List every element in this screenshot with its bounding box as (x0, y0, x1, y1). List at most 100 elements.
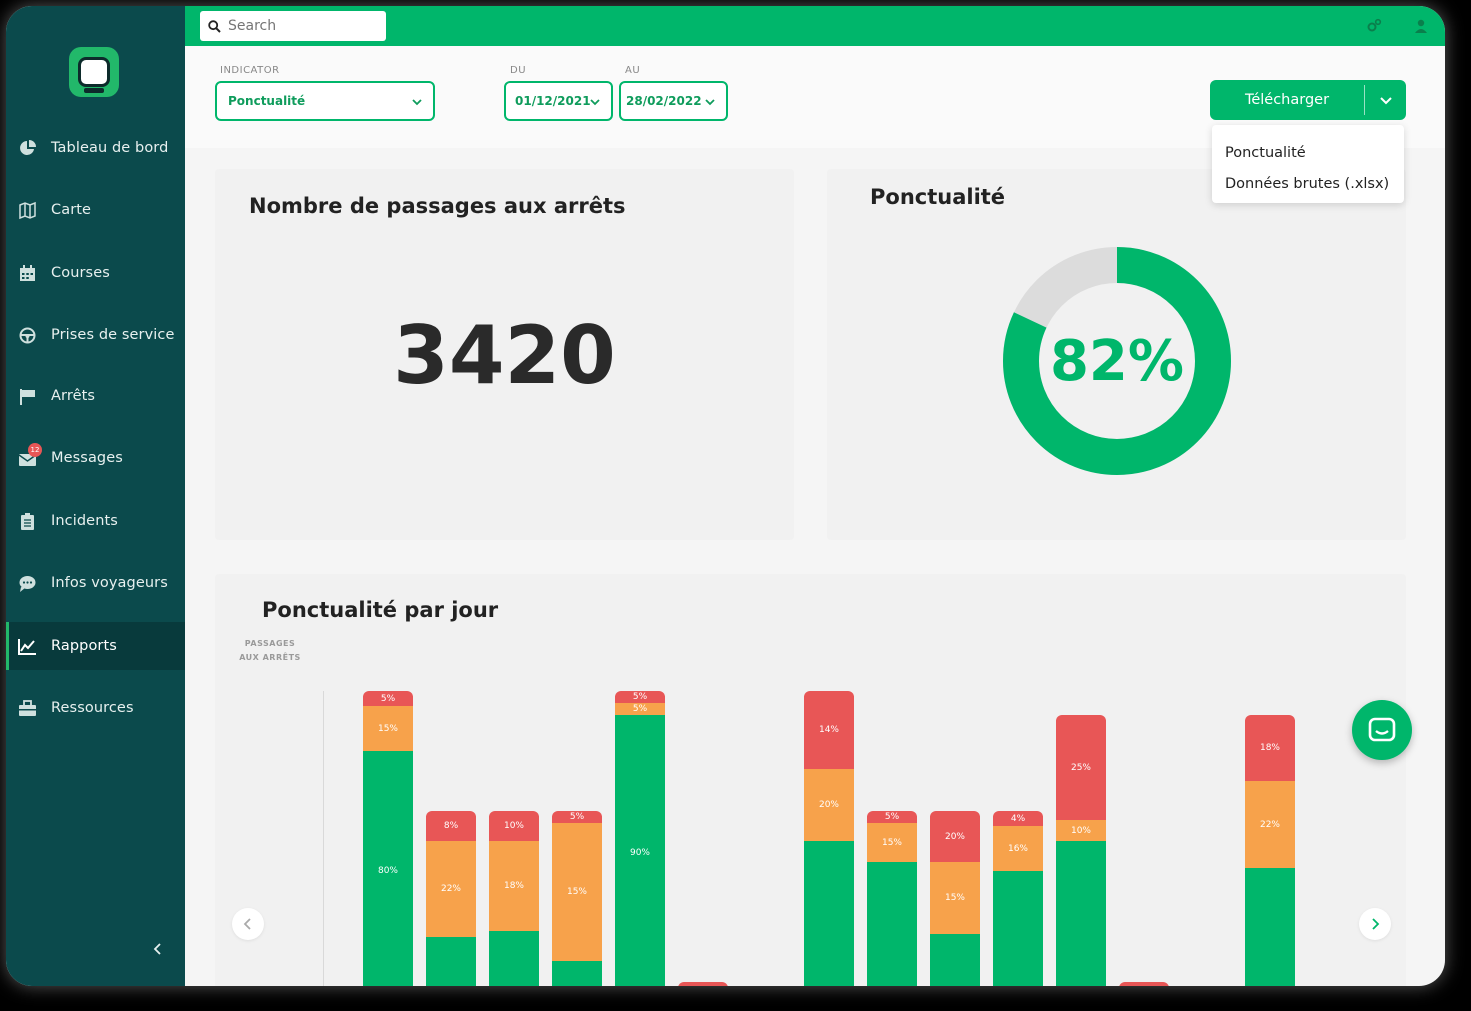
to-date-select[interactable]: 28/02/2022 (619, 81, 728, 121)
download-dropdown-toggle[interactable] (1365, 93, 1406, 107)
sidebar-item-carte[interactable]: Carte (6, 186, 185, 234)
bar-6[interactable] (678, 691, 728, 986)
bar-segment-label: 80% (377, 866, 398, 876)
from-date-value: 01/12/2021 (515, 94, 591, 108)
search-box[interactable] (200, 11, 386, 41)
bar-segment-label: 15% (881, 837, 902, 848)
bar-segment-label: 14% (818, 725, 839, 735)
bar-2[interactable]: 22% 8% (426, 691, 476, 986)
bar-4[interactable]: 15% 5% (552, 691, 602, 986)
punctuality-value: 82% (1049, 328, 1185, 394)
sidebar-item-label: Messages (51, 450, 123, 466)
bar-1[interactable]: 80% 15% 5% (363, 691, 413, 986)
sidebar-item-ressources[interactable]: Ressources (6, 684, 185, 732)
bar-10[interactable]: 15% 20% (930, 691, 980, 986)
bar-segment-late: 5% (615, 703, 665, 715)
indicator-select[interactable]: Ponctualité (215, 81, 435, 121)
bar-segment-on-time (804, 841, 854, 986)
sidebar-item-label: Prises de service (51, 327, 175, 343)
chevron-down-icon (412, 99, 422, 106)
sidebar-item-prises-de-service[interactable]: Prises de service (6, 311, 185, 359)
sidebar-item-tableau-de-bord[interactable]: Tableau de bord (6, 124, 185, 172)
bar-segment-label: 16% (1007, 843, 1028, 854)
bar-segment-late: 15% (867, 823, 917, 862)
bar-segment-label: 4% (1010, 813, 1026, 824)
sidebar-item-label: Courses (51, 265, 110, 281)
messages-badge: 12 (28, 442, 42, 457)
bar-segment-very-late (1119, 982, 1169, 986)
bar-segment-label: 22% (440, 884, 461, 894)
bar-11[interactable]: 16% 4% (993, 691, 1043, 986)
bar-7[interactable] (741, 691, 791, 986)
to-date-label: AU (625, 65, 641, 76)
bar-segment-on-time (426, 937, 476, 986)
bar-segment-label: 5% (632, 692, 648, 702)
sidebar-item-incidents[interactable]: Incidents (6, 497, 185, 545)
bar-14[interactable] (1182, 691, 1232, 986)
bar-segment-late: 10% (1056, 820, 1106, 841)
settings-gears-icon[interactable] (1366, 18, 1382, 34)
calendar-icon (18, 264, 37, 283)
bar-segment-very-late (678, 982, 728, 986)
bar-segment-late: 22% (1245, 781, 1295, 868)
sidebar-item-messages[interactable]: 12 Messages (6, 434, 185, 482)
stop-sign-icon (18, 387, 37, 406)
bar-9[interactable]: 15% 5% (867, 691, 917, 986)
bar-segment-label: 22% (1259, 819, 1280, 830)
bar-segment-on-time (1056, 841, 1106, 986)
download-menu-item-punctuality[interactable]: Ponctualité (1212, 138, 1404, 169)
bar-segment-on-time (489, 931, 539, 986)
indicator-label: INDICATOR (220, 65, 280, 76)
bar-segment-on-time: 80% (363, 751, 413, 986)
bar-12[interactable]: 10% 25% (1056, 691, 1106, 986)
download-menu-item-raw-data[interactable]: Données brutes (.xlsx) (1212, 169, 1404, 200)
chevron-left-icon[interactable] (151, 942, 165, 956)
download-button[interactable]: Télécharger (1210, 80, 1406, 120)
to-date-value: 28/02/2022 (626, 94, 702, 108)
y-axis-label: PASSAGES AUX ARRÊTS (239, 639, 301, 662)
sidebar-item-courses[interactable]: Courses (6, 249, 185, 297)
chevron-down-icon (590, 99, 600, 106)
chart-title: Ponctualité par jour (262, 598, 499, 622)
bar-segment-late: 16% (993, 826, 1043, 871)
chart-prev-button[interactable] (232, 908, 264, 940)
search-input[interactable] (228, 18, 378, 34)
map-icon (18, 201, 37, 220)
bar-segment-on-time (1245, 868, 1295, 986)
bar-segment-label: 18% (503, 881, 524, 891)
bar-segment-label: 15% (944, 893, 965, 903)
chat-support-button[interactable] (1352, 700, 1412, 760)
bar-8[interactable]: 20% 14% (804, 691, 854, 986)
from-date-select[interactable]: 01/12/2021 (504, 81, 613, 121)
bar-segment-late: 15% (930, 862, 980, 934)
bar-segment-late: 15% (363, 706, 413, 751)
bar-segment-label: 5% (632, 704, 648, 714)
sidebar-item-rapports[interactable]: Rapports (6, 622, 185, 670)
bar-segment-label: 25% (1070, 762, 1091, 773)
clipboard-icon (18, 512, 37, 531)
bar-13[interactable] (1119, 691, 1169, 986)
app-window: Tableau de bord Carte Courses Prises de ser… (6, 6, 1445, 986)
envelope-icon: 12 (18, 442, 42, 468)
bar-segment-late: 22% (426, 841, 476, 937)
download-menu: Ponctualité Données brutes (.xlsx) (1212, 125, 1404, 203)
punctuality-card: Ponctualité 82% (827, 169, 1406, 540)
bar-segment-late: 18% (489, 841, 539, 931)
user-icon[interactable] (1413, 18, 1429, 34)
bar-segment-label: 10% (503, 821, 524, 831)
bus-logo-icon[interactable] (69, 47, 119, 97)
bar-15[interactable]: 22% 18% (1245, 691, 1295, 986)
punctuality-title: Ponctualité (870, 185, 1006, 209)
passages-title: Nombre de passages aux arrêts (249, 194, 626, 218)
chevron-left-icon (243, 918, 251, 930)
bar-3[interactable]: 18% 10% (489, 691, 539, 986)
chart-next-button[interactable] (1359, 908, 1391, 940)
punctuality-donut: 82% (1001, 245, 1233, 477)
sidebar-item-arrets[interactable]: Arrêts (6, 372, 185, 420)
sidebar-item-infos-voyageurs[interactable]: Infos voyageurs (6, 559, 185, 607)
bar-segment-label: 20% (944, 831, 965, 842)
sidebar: Tableau de bord Carte Courses Prises de ser… (6, 6, 185, 986)
bar-segment-on-time (993, 871, 1043, 986)
bar-segment-very-late: 5% (363, 691, 413, 706)
bar-5[interactable]: 90% 5% 5% (615, 691, 665, 986)
